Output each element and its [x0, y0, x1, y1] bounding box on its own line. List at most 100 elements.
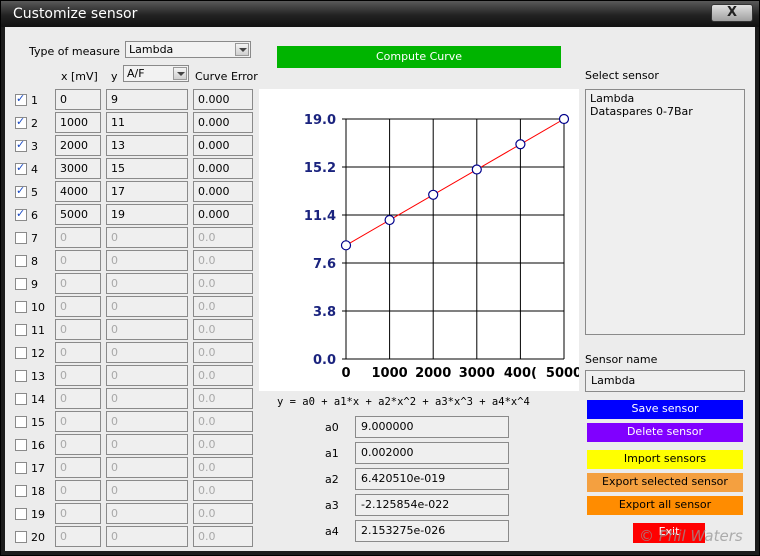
compute-curve-button[interactable]: Compute Curve	[277, 46, 561, 68]
row-checkbox[interactable]	[15, 485, 27, 497]
row-number: 10	[31, 301, 45, 314]
x-value-input[interactable]: 0	[55, 503, 101, 524]
import-sensors-button[interactable]: Import sensors	[587, 450, 743, 469]
x-value-input[interactable]: 0	[55, 411, 101, 432]
y-value-input[interactable]: 15	[106, 158, 188, 179]
row-checkbox[interactable]	[15, 232, 27, 244]
row-checkbox[interactable]	[15, 207, 27, 221]
x-value-input[interactable]: 2000	[55, 135, 101, 156]
x-value-input[interactable]: 1000	[55, 112, 101, 133]
row-checkbox[interactable]	[15, 301, 27, 313]
y-tick-label: 7.6	[313, 257, 336, 272]
y-value-input[interactable]: 0	[106, 365, 188, 386]
sensor-name-input[interactable]: Lambda	[585, 370, 745, 392]
title-bar[interactable]: Customize sensor X	[1, 1, 759, 27]
y-value-input[interactable]: 0	[106, 296, 188, 317]
y-value-input[interactable]: 0	[106, 503, 188, 524]
y-value-input[interactable]: 0	[106, 273, 188, 294]
row-checkbox[interactable]	[15, 393, 27, 405]
x-value-input[interactable]: 0	[55, 388, 101, 409]
y-value-input[interactable]: 11	[106, 112, 188, 133]
table-row: 17 0 0 0.0	[5, 457, 255, 480]
table-row: 3 2000130.000	[5, 135, 255, 158]
row-checkbox[interactable]	[15, 324, 27, 336]
x-value-input[interactable]: 0	[55, 365, 101, 386]
row-checkbox[interactable]	[15, 462, 27, 474]
table-row: 20 0 0 0.0	[5, 526, 255, 549]
row-checkbox[interactable]	[15, 184, 27, 198]
y-value-input[interactable]: 0	[106, 457, 188, 478]
y-value-input[interactable]: 0	[106, 388, 188, 409]
y-value-input[interactable]: 0	[106, 342, 188, 363]
row-checkbox[interactable]	[15, 347, 27, 359]
y-value-input[interactable]: 9	[106, 89, 188, 110]
row-checkbox[interactable]	[15, 138, 27, 152]
type-of-measure-select[interactable]: Lambda	[125, 41, 251, 58]
row-checkbox[interactable]	[15, 531, 27, 543]
row-checkbox[interactable]	[15, 439, 27, 451]
x-value-input[interactable]: 3000	[55, 158, 101, 179]
y-value-input[interactable]: 19	[106, 204, 188, 225]
row-checkbox[interactable]	[15, 255, 27, 267]
row-checkbox[interactable]	[15, 370, 27, 382]
sensor-list-item[interactable]: Dataspares 0-7Bar	[590, 105, 740, 118]
close-button[interactable]: X	[711, 4, 753, 22]
table-row: 18 0 0 0.0	[5, 480, 255, 503]
curve-chart-svg: 0.0 3.8 7.6 11.4 15.2 19.0 0 1000 2000 3000 400(50…	[304, 113, 582, 381]
y-value-input[interactable]: 13	[106, 135, 188, 156]
export-selected-sensor-button[interactable]: Export selected sensor	[587, 473, 743, 492]
table-row: 8 0 0 0.0	[5, 250, 255, 273]
curve-error-cell: 0.000	[193, 181, 253, 202]
x-value-input[interactable]: 0	[55, 250, 101, 271]
chevron-down-icon[interactable]	[173, 67, 187, 80]
y-value-input[interactable]: 0	[106, 250, 188, 271]
curve-error-cell: 0.000	[193, 89, 253, 110]
row-number: 17	[31, 462, 45, 475]
sensor-list-item[interactable]: Lambda	[590, 92, 740, 105]
row-checkbox[interactable]	[15, 161, 27, 175]
coefficient-label: a2	[325, 473, 339, 486]
x-value-input[interactable]: 0	[55, 227, 101, 248]
curve-error-cell: 0.000	[193, 135, 253, 156]
x-value-input[interactable]: 0	[55, 480, 101, 501]
x-value-input[interactable]: 0	[55, 342, 101, 363]
export-all-sensor-button[interactable]: Export all sensor	[587, 496, 743, 515]
y-unit-value: A/F	[127, 67, 145, 80]
row-checkbox[interactable]	[15, 416, 27, 428]
x-value-input[interactable]: 0	[55, 89, 101, 110]
row-checkbox[interactable]	[15, 508, 27, 520]
x-value-input[interactable]: 0	[55, 434, 101, 455]
y-value-input[interactable]: 0	[106, 480, 188, 501]
y-value-input[interactable]: 0	[106, 434, 188, 455]
x-value-input[interactable]: 0	[55, 457, 101, 478]
y-value-input[interactable]: 0	[106, 526, 188, 547]
row-number: 11	[31, 324, 45, 337]
row-number: 14	[31, 393, 45, 406]
x-value-input[interactable]: 0	[55, 273, 101, 294]
row-checkbox[interactable]	[15, 115, 27, 129]
y-value-input[interactable]: 17	[106, 181, 188, 202]
x-value-input[interactable]: 4000	[55, 181, 101, 202]
y-unit-select[interactable]: A/F	[123, 65, 189, 82]
curve-error-cell: 0.0	[193, 526, 253, 547]
sensor-list[interactable]: Lambda Dataspares 0-7Bar	[585, 89, 745, 335]
curve-error-cell: 0.0	[193, 480, 253, 501]
x-value-input[interactable]: 0	[55, 296, 101, 317]
coefficient-value: 2.153275e-026	[355, 520, 509, 542]
row-checkbox[interactable]	[15, 278, 27, 290]
y-value-input[interactable]: 0	[106, 319, 188, 340]
delete-sensor-button[interactable]: Delete sensor	[587, 423, 743, 442]
x-tick-label: 5000	[546, 366, 579, 381]
row-number: 2	[31, 117, 38, 130]
y-value-input[interactable]: 0	[106, 411, 188, 432]
save-sensor-button[interactable]: Save sensor	[587, 400, 743, 419]
x-value-input[interactable]: 0	[55, 526, 101, 547]
curve-error-cell: 0.0	[193, 434, 253, 455]
chevron-down-icon[interactable]	[235, 43, 249, 56]
table-row: 9 0 0 0.0	[5, 273, 255, 296]
x-value-input[interactable]: 0	[55, 319, 101, 340]
y-value-input[interactable]: 0	[106, 227, 188, 248]
window-title: Customize sensor	[13, 6, 138, 22]
row-checkbox[interactable]	[15, 92, 27, 106]
x-value-input[interactable]: 5000	[55, 204, 101, 225]
